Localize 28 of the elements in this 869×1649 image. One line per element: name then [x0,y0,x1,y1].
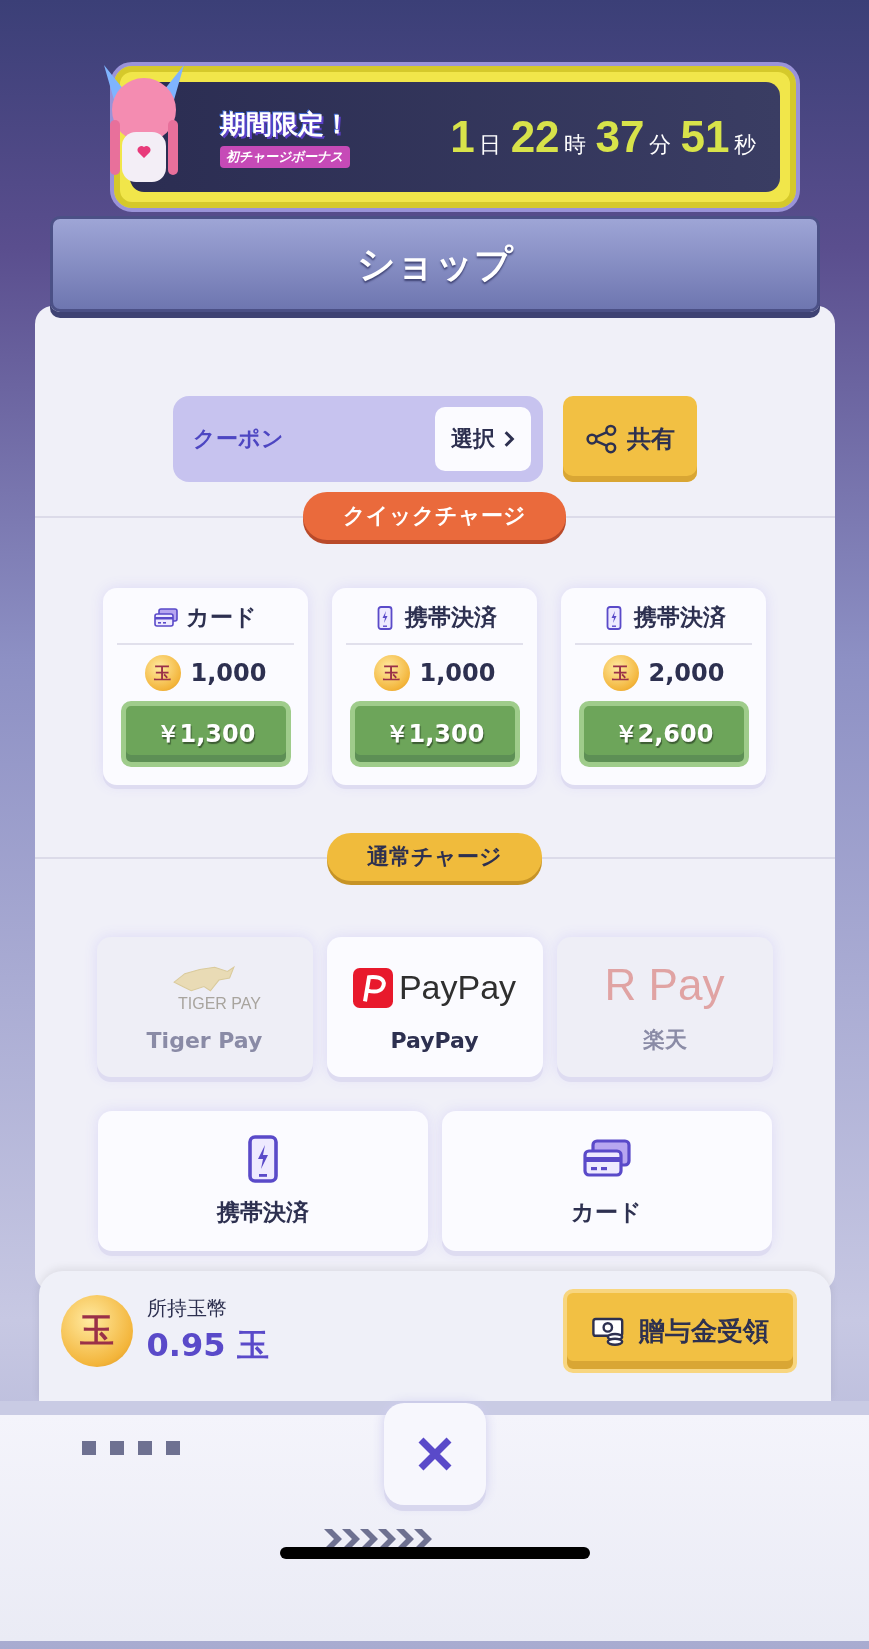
balance-label: 所持玉幣 [146,1294,228,1322]
logo-text: PayPay [398,968,517,1007]
credit-card-icon [154,605,178,630]
select-button[interactable]: 選択 [434,407,531,471]
coin: 玉 [602,655,639,691]
coin: 玉 [144,655,181,691]
method-label: 携帯決済 [404,603,497,632]
coupon-label: クーポン [192,425,284,453]
logo-text: R Pay [604,960,725,1010]
method-label: 携帯決済 [633,603,726,632]
coin-amount: 2,000 [648,659,725,687]
claim-gift-button[interactable]: 贈与金受領 [562,1289,797,1373]
logo-text: TIGER PAY [178,994,261,1013]
coin: 玉 [60,1295,133,1367]
chevron-right-icon [502,430,515,448]
method-label: カード [186,603,257,632]
share-button[interactable]: 共有 [562,396,697,482]
square-dots-icon [82,1441,182,1455]
promo-subtitle: 初チャージボーナス [219,145,350,168]
balance-value: 0.95 玉 [146,1324,269,1366]
coin-amount: 1,000 [419,659,496,687]
countdown-timer: 1 日 22 時 37 分 51 秒 [450,112,757,162]
promo-headline: 期間限定！ [219,107,350,141]
coin: 玉 [373,655,410,691]
shop-title: ショップ [356,240,513,288]
share-icon [584,424,619,454]
paypay-logo-icon [352,967,393,1008]
coin-amount: 1,000 [190,659,267,687]
